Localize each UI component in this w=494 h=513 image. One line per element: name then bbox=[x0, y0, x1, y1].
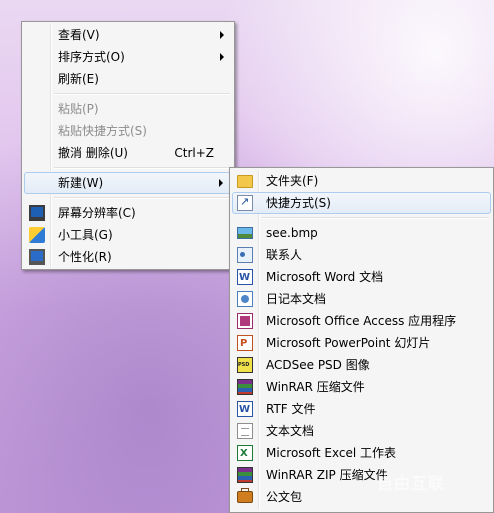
menu-separator bbox=[24, 90, 232, 98]
access-database-icon bbox=[237, 313, 253, 329]
contact-icon bbox=[237, 247, 253, 263]
menu-item-personalize[interactable]: 个性化(R) bbox=[24, 246, 232, 268]
submenu-item-contact[interactable]: 联系人 bbox=[232, 244, 491, 266]
submenu-item-excel-worksheet[interactable]: Microsoft Excel 工作表 bbox=[232, 442, 491, 465]
menu-item-new[interactable]: 新建(W) bbox=[24, 172, 232, 194]
journal-document-icon bbox=[237, 291, 253, 307]
menu-separator bbox=[24, 194, 232, 202]
menu-item-gadgets-label: 小工具(G) bbox=[58, 228, 113, 242]
menu-item-sort-by[interactable]: 排序方式(O) bbox=[24, 46, 232, 68]
gadget-icon bbox=[29, 227, 45, 243]
menu-item-view-label: 查看(V) bbox=[58, 28, 100, 42]
menu-item-paste-shortcut-label: 粘贴快捷方式(S) bbox=[58, 124, 147, 138]
winrar-archive-icon bbox=[237, 379, 253, 395]
new-submenu: 文件夹(F) 快捷方式(S) see.bmp 联系人 Microsoft Wor… bbox=[229, 167, 494, 513]
menu-item-screen-resolution[interactable]: 屏幕分辨率(C) bbox=[24, 202, 232, 224]
submenu-item-label: ACDSee PSD 图像 bbox=[266, 358, 370, 372]
menu-item-refresh[interactable]: 刷新(E) bbox=[24, 68, 232, 90]
submenu-item-label: 联系人 bbox=[266, 248, 303, 262]
submenu-item-label: RTF 文件 bbox=[266, 402, 316, 416]
desktop-context-menu: 查看(V) 排序方式(O) 刷新(E) 粘贴(P) 粘贴快捷方式(S) 撤消 删… bbox=[21, 21, 235, 270]
menu-item-screen-resolution-label: 屏幕分辨率(C) bbox=[58, 206, 136, 220]
folder-icon bbox=[237, 175, 253, 188]
submenu-item-folder[interactable]: 文件夹(F) bbox=[232, 170, 491, 192]
submenu-item-label: WinRAR ZIP 压缩文件 bbox=[266, 468, 388, 482]
submenu-arrow-icon bbox=[220, 31, 224, 39]
submenu-arrow-icon bbox=[219, 179, 223, 187]
submenu-item-label: Microsoft Office Access 应用程序 bbox=[266, 314, 457, 328]
submenu-item-briefcase[interactable]: 公文包 bbox=[232, 486, 491, 508]
submenu-item-label: 文本文档 bbox=[266, 424, 315, 438]
menu-item-undo-delete[interactable]: 撤消 删除(U) Ctrl+Z bbox=[24, 142, 232, 164]
submenu-item-label: Microsoft PowerPoint 幻灯片 bbox=[266, 336, 431, 350]
monitor-icon bbox=[29, 205, 45, 221]
submenu-item-label: 快捷方式(S) bbox=[266, 196, 331, 210]
rtf-document-icon bbox=[237, 399, 253, 421]
submenu-item-label: see.bmp bbox=[266, 226, 318, 240]
text-document-icon bbox=[237, 423, 253, 439]
submenu-item-label: WinRAR 压缩文件 bbox=[266, 380, 365, 394]
shortcut-icon bbox=[237, 192, 253, 212]
word-document-icon bbox=[237, 267, 253, 289]
keyboard-shortcut: Ctrl+Z bbox=[174, 146, 214, 160]
personalize-icon bbox=[29, 249, 45, 265]
submenu-item-powerpoint[interactable]: Microsoft PowerPoint 幻灯片 bbox=[232, 332, 491, 355]
submenu-item-text-document[interactable]: 文本文档 bbox=[232, 420, 491, 442]
menu-item-undo-delete-label: 撤消 删除(U) bbox=[58, 146, 128, 160]
menu-item-gadgets[interactable]: 小工具(G) bbox=[24, 224, 232, 246]
powerpoint-icon bbox=[237, 333, 253, 355]
acdsee-psd-icon bbox=[237, 354, 253, 376]
submenu-item-word-document[interactable]: Microsoft Word 文档 bbox=[232, 266, 491, 289]
submenu-item-label: 日记本文档 bbox=[266, 292, 327, 306]
menu-item-paste-shortcut: 粘贴快捷方式(S) bbox=[24, 120, 232, 142]
briefcase-icon bbox=[237, 488, 253, 503]
submenu-item-label: Microsoft Word 文档 bbox=[266, 270, 384, 284]
menu-separator bbox=[24, 164, 232, 172]
winrar-zip-icon bbox=[237, 467, 253, 483]
submenu-item-rtf-document[interactable]: RTF 文件 bbox=[232, 398, 491, 421]
submenu-item-access-database[interactable]: Microsoft Office Access 应用程序 bbox=[232, 310, 491, 332]
submenu-item-label: 文件夹(F) bbox=[266, 174, 319, 188]
menu-item-personalize-label: 个性化(R) bbox=[58, 250, 112, 264]
submenu-item-journal-document[interactable]: 日记本文档 bbox=[232, 288, 491, 310]
bitmap-icon bbox=[237, 227, 253, 239]
menu-item-refresh-label: 刷新(E) bbox=[58, 72, 99, 86]
submenu-item-bitmap[interactable]: see.bmp bbox=[232, 222, 491, 244]
excel-worksheet-icon bbox=[237, 443, 253, 465]
menu-item-sort-by-label: 排序方式(O) bbox=[58, 50, 125, 64]
submenu-item-winrar-zip[interactable]: WinRAR ZIP 压缩文件 bbox=[232, 464, 491, 486]
menu-item-paste: 粘贴(P) bbox=[24, 98, 232, 120]
submenu-item-label: 公文包 bbox=[266, 490, 303, 504]
submenu-item-winrar-archive[interactable]: WinRAR 压缩文件 bbox=[232, 376, 491, 398]
menu-item-paste-label: 粘贴(P) bbox=[58, 102, 99, 116]
submenu-item-shortcut[interactable]: 快捷方式(S) bbox=[232, 192, 491, 214]
menu-separator bbox=[232, 214, 491, 222]
submenu-item-label: Microsoft Excel 工作表 bbox=[266, 446, 397, 460]
menu-item-view[interactable]: 查看(V) bbox=[24, 24, 232, 46]
submenu-arrow-icon bbox=[220, 53, 224, 61]
submenu-item-acdsee-psd[interactable]: ACDSee PSD 图像 bbox=[232, 354, 491, 376]
menu-item-new-label: 新建(W) bbox=[58, 176, 104, 190]
